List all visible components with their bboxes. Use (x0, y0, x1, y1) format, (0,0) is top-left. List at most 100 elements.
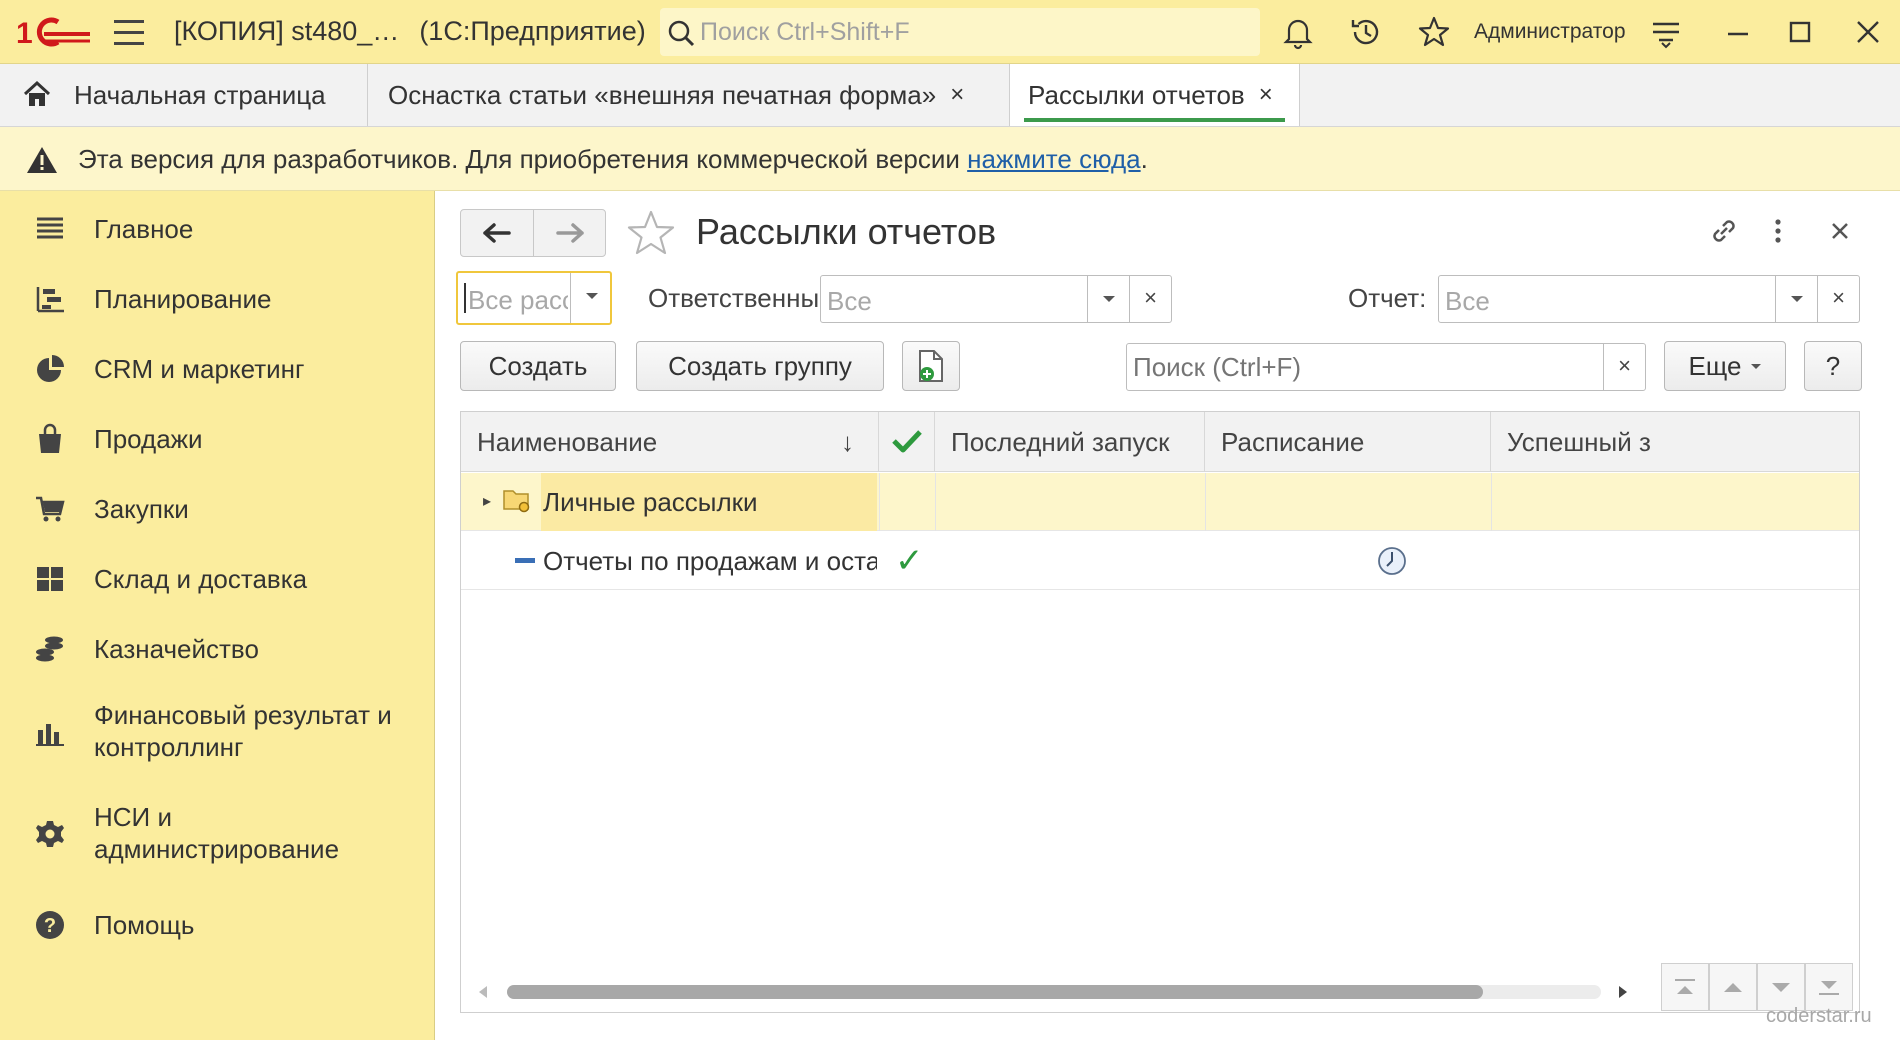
forward-button[interactable] (533, 210, 605, 256)
bell-icon[interactable] (1280, 14, 1316, 50)
back-button[interactable] (461, 210, 533, 256)
planning-icon (36, 287, 64, 313)
create-group-button[interactable]: Создать группу (636, 341, 884, 391)
tab-report-mailings-label: Рассылки отчетов (1028, 79, 1245, 110)
sort-down-icon: ↓ (841, 427, 854, 457)
bar-chart-icon (36, 724, 64, 746)
table-row[interactable]: ▸ Личные рассылки (461, 473, 1859, 531)
warning-icon (27, 147, 57, 173)
user-name[interactable]: Администратор (1474, 20, 1626, 44)
sidebar-item-crm[interactable]: CRM и маркетинг (0, 353, 435, 385)
link-icon[interactable] (1706, 213, 1742, 249)
scroll-thumb[interactable] (507, 985, 1483, 999)
main-menu-icon[interactable] (114, 20, 144, 46)
list-search-clear-button[interactable]: × (1603, 344, 1645, 390)
responsible-label: Ответственный: (648, 283, 841, 313)
scroll-bottom-button[interactable] (1805, 963, 1853, 1011)
favorite-star-icon[interactable] (626, 209, 676, 257)
sidebar-item-main[interactable]: Главное (0, 213, 435, 245)
add-from-file-button[interactable] (902, 341, 960, 391)
col-header-last-run[interactable]: Последний запуск (935, 412, 1205, 472)
create-button[interactable]: Создать (460, 341, 616, 391)
close-window-icon[interactable] (1850, 14, 1886, 50)
page-down-button[interactable] (1757, 963, 1805, 1011)
warehouse-icon (37, 567, 63, 591)
col-header-success[interactable]: Успешный з (1491, 412, 1859, 472)
enabled-check-icon[interactable]: ✓ (895, 532, 924, 590)
responsible-clear-button[interactable]: × (1129, 276, 1171, 322)
sidebar-item-label: CRM и маркетинг (94, 354, 305, 384)
more-vertical-icon[interactable] (1760, 213, 1796, 249)
minimize-icon[interactable] (1720, 14, 1756, 50)
report-dropdown-button[interactable] (1775, 276, 1817, 322)
buy-link[interactable]: нажмите сюда (967, 144, 1140, 174)
svg-text:1: 1 (16, 17, 33, 50)
tab-article-close-icon[interactable]: × (950, 81, 964, 109)
report-clear-button[interactable]: × (1817, 276, 1859, 322)
sidebar-item-label: Закупки (94, 494, 189, 524)
settings-menu-icon[interactable] (1648, 14, 1684, 50)
sidebar-item-label: Финансовый результат и контроллинг (94, 699, 392, 763)
responsible-dropdown-button[interactable] (1087, 276, 1129, 322)
maximize-icon[interactable] (1782, 14, 1818, 50)
sidebar-item-help[interactable]: ? Помощь (0, 909, 435, 941)
page-up-button[interactable] (1709, 963, 1757, 1011)
list-search-field[interactable]: × (1126, 343, 1646, 391)
1c-logo-icon[interactable]: 1 (14, 14, 92, 50)
table-row[interactable]: Отчеты по продажам и оста… ✓ (461, 532, 1859, 590)
scroll-left-icon[interactable] (479, 986, 487, 998)
title-bar: 1 [КОПИЯ] st480_… (1С:Предприятие) Админи… (0, 0, 1900, 64)
more-button-label: Еще (1688, 350, 1742, 381)
global-search-input[interactable] (700, 14, 1250, 50)
tab-report-mailings[interactable]: Рассылки отчетов × (1010, 64, 1300, 126)
app-title: [КОПИЯ] st480_… (1С:Предприятие) (174, 16, 646, 47)
tab-report-mailings-close-icon[interactable]: × (1259, 81, 1273, 109)
more-button[interactable]: Еще (1664, 341, 1786, 391)
history-icon[interactable] (1348, 14, 1384, 50)
tab-article[interactable]: Оснастка статьи «внешняя печатная форма»… (368, 64, 1010, 126)
mailing-kind-dropdown-button[interactable] (570, 273, 612, 323)
scroll-top-button[interactable] (1661, 963, 1709, 1011)
sidebar-item-label: Казначейство (94, 634, 259, 664)
report-label: Отчет: (1348, 283, 1427, 313)
cart-icon (36, 496, 65, 522)
search-icon (668, 20, 695, 47)
svg-text:?: ? (44, 915, 56, 937)
report-field[interactable]: Все × (1438, 275, 1860, 323)
tab-home-label: Начальная страница (74, 79, 326, 110)
sidebar-item-purchases[interactable]: Закупки (0, 493, 435, 525)
scroll-right-icon[interactable] (1619, 986, 1627, 998)
close-form-icon[interactable] (1822, 213, 1858, 249)
responsible-field[interactable]: Все × (820, 275, 1172, 323)
expand-arrow-icon[interactable]: ▸ (483, 473, 491, 531)
sidebar-item-treasury[interactable]: Казначейство (0, 633, 435, 665)
col-header-enabled[interactable] (879, 412, 935, 472)
sidebar-item-label-line1: Финансовый результат и (94, 700, 392, 730)
global-search[interactable] (660, 8, 1260, 56)
row-name: Отчеты по продажам и оста… (543, 546, 877, 576)
sidebar-item-label-line1: НСИ и (94, 802, 172, 832)
help-button[interactable]: ? (1804, 341, 1862, 391)
schedule-clock-icon[interactable] (1377, 546, 1407, 576)
scroll-to-top-icon (1675, 979, 1695, 994)
sidebar-item-warehouse[interactable]: Склад и доставка (0, 563, 435, 595)
table-header: Наименование ↓ Последний запуск Расписан… (461, 412, 1859, 472)
sidebar-item-label: Помощь (94, 910, 195, 940)
favorites-star-icon[interactable] (1416, 14, 1452, 50)
mailing-kind-value: Все рассы… (468, 285, 568, 315)
col-header-schedule[interactable]: Расписание (1205, 412, 1491, 472)
row-name: Личные рассылки (541, 473, 877, 531)
sidebar-item-admin[interactable]: НСИ и администрирование (0, 801, 435, 867)
col-header-name[interactable]: Наименование ↓ (461, 412, 879, 472)
mailing-kind-select[interactable]: Все рассы… (456, 271, 612, 325)
sidebar-item-finance[interactable]: Финансовый результат и контроллинг (0, 699, 435, 765)
developer-version-banner: Эта версия для разработчиков. Для приобр… (0, 127, 1900, 191)
sidebar-item-sales[interactable]: Продажи (0, 423, 435, 455)
list-search-input[interactable] (1133, 350, 1593, 384)
horizontal-scrollbar[interactable] (461, 972, 1859, 1012)
page-down-icon (1772, 983, 1790, 992)
banner-message: Эта версия для разработчиков. Для приобр… (78, 144, 968, 174)
sidebar-item-planning[interactable]: Планирование (0, 283, 435, 315)
sidebar-item-label-line2: контроллинг (94, 732, 244, 762)
tab-home[interactable]: Начальная страница (0, 64, 368, 126)
